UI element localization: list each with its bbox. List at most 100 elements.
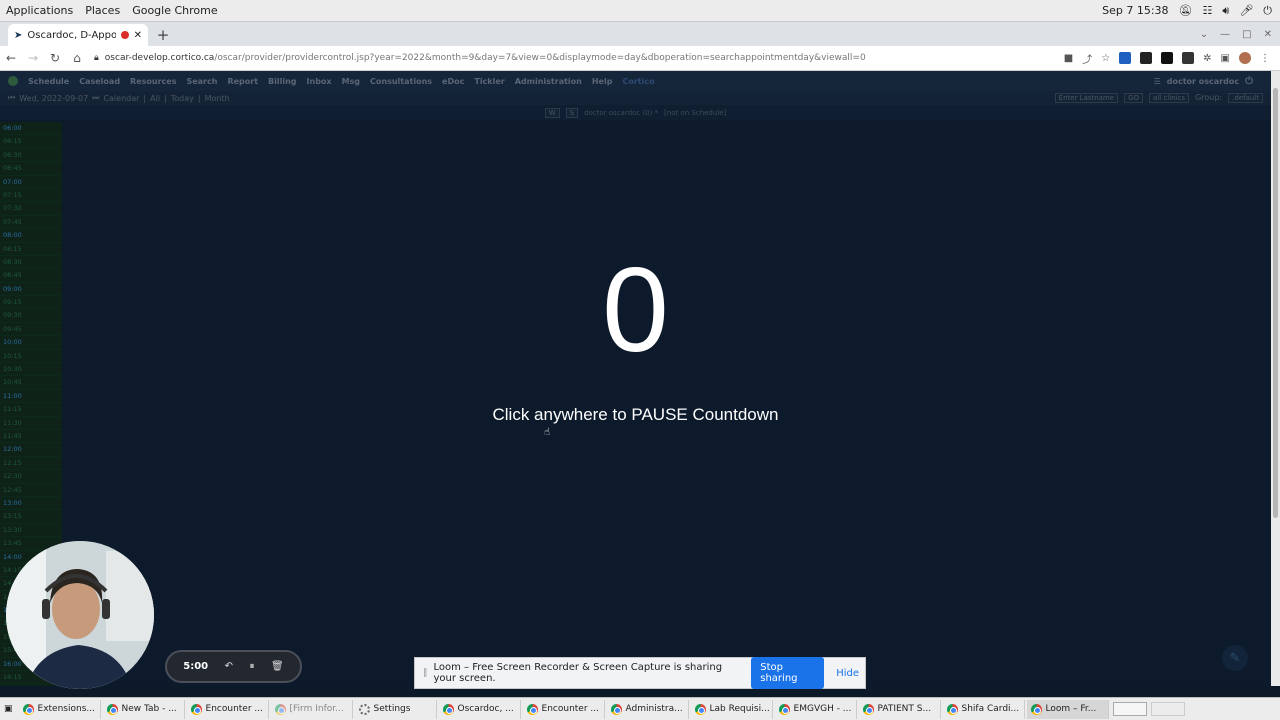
network-icon[interactable]: ☷ bbox=[1203, 4, 1213, 17]
loom-recording-controls: 5:00 ↶ ⏸ 🗑︎ bbox=[165, 650, 302, 683]
extension-g-icon[interactable] bbox=[1161, 52, 1174, 64]
home-icon[interactable]: ⌂ bbox=[66, 51, 88, 65]
close-tab-icon[interactable]: ✕ bbox=[134, 30, 142, 41]
camera-icon[interactable]: ■ bbox=[1064, 53, 1073, 64]
hand-cursor-icon: ☝ bbox=[544, 427, 551, 438]
task-label: Lab Requisi... bbox=[709, 704, 770, 714]
chrome-icon bbox=[190, 703, 202, 715]
drag-handle-icon[interactable]: ‖ bbox=[423, 668, 428, 678]
task-label: Shifa Cardi... bbox=[961, 704, 1020, 714]
chrome-icon bbox=[694, 703, 706, 715]
maximize-icon[interactable]: □ bbox=[1242, 29, 1251, 40]
task-shifa[interactable]: Shifa Cardi... bbox=[943, 699, 1025, 719]
task-label: EMGVGH - ... bbox=[793, 704, 852, 714]
side-panel-icon[interactable]: ▣ bbox=[1221, 53, 1230, 64]
recording-indicator-icon bbox=[120, 31, 129, 39]
scrollbar-thumb[interactable] bbox=[1273, 88, 1278, 518]
tab-search-icon[interactable]: ⌄ bbox=[1200, 29, 1208, 40]
task-oscardoc[interactable]: Oscardoc, ... bbox=[439, 699, 521, 719]
chrome-icon bbox=[442, 703, 454, 715]
places-menu[interactable]: Places bbox=[79, 4, 126, 17]
recording-timer: 5:00 bbox=[183, 661, 209, 672]
reload-icon[interactable]: ↻ bbox=[44, 51, 66, 65]
task-encounter-2[interactable]: Encounter ... bbox=[523, 699, 605, 719]
chrome-icon bbox=[106, 703, 118, 715]
trash-icon[interactable]: 🗑︎ bbox=[271, 661, 284, 672]
address-bar[interactable]: 🔒︎ oscar-develop.cortico.ca/oscar/provid… bbox=[88, 53, 1064, 63]
chrome-icon bbox=[22, 703, 34, 715]
task-label: New Tab - ... bbox=[121, 704, 177, 714]
task-label: Administra... bbox=[625, 704, 683, 714]
power-icon[interactable]: ⏻ bbox=[1263, 4, 1272, 18]
task-label: Loom – Fr... bbox=[1045, 704, 1097, 714]
screen-share-notification: ‖ Loom – Free Screen Recorder & Screen C… bbox=[414, 657, 866, 689]
new-tab-button[interactable]: + bbox=[152, 24, 174, 46]
system-top-bar: Applications Places Google Chrome Sep 7 … bbox=[0, 0, 1280, 22]
clock[interactable]: Sep 7 15:38 bbox=[1102, 4, 1168, 17]
applications-menu[interactable]: Applications bbox=[0, 4, 79, 17]
close-window-icon[interactable]: ✕ bbox=[1264, 29, 1272, 40]
hide-button[interactable]: Hide bbox=[830, 668, 865, 679]
extensions-puzzle-icon[interactable]: ✲ bbox=[1203, 53, 1211, 64]
share-message: Loom – Free Screen Recorder & Screen Cap… bbox=[433, 662, 723, 684]
undo-icon[interactable]: ↶ bbox=[225, 661, 233, 672]
chrome-menu-icon[interactable]: ⋮ bbox=[1260, 53, 1270, 64]
task-extensions[interactable]: Extensions... bbox=[19, 699, 101, 719]
task-loom[interactable]: Loom – Fr... bbox=[1026, 699, 1109, 719]
chrome-icon bbox=[946, 703, 958, 715]
show-desktop-icon[interactable]: ▣ bbox=[0, 704, 17, 714]
workspace-switcher-2[interactable] bbox=[1150, 702, 1185, 716]
extension-loom-icon[interactable] bbox=[1182, 52, 1195, 64]
task-label: Settings bbox=[373, 704, 411, 714]
url-path: /oscar/provider/providercontrol.jsp?year… bbox=[214, 53, 866, 63]
volume-icon[interactable]: 🔊︎ bbox=[1222, 4, 1229, 18]
task-new-tab[interactable]: New Tab - ... bbox=[103, 699, 185, 719]
notifications-muted-icon[interactable]: 🔕︎ bbox=[1179, 4, 1193, 17]
app-menu-google-chrome[interactable]: Google Chrome bbox=[126, 4, 223, 17]
task-encounter-1[interactable]: Encounter ... bbox=[187, 699, 269, 719]
back-icon[interactable]: ← bbox=[0, 51, 22, 65]
countdown-number: 0 bbox=[602, 243, 669, 377]
chrome-icon bbox=[1030, 703, 1042, 715]
forward-icon[interactable]: → bbox=[22, 51, 44, 65]
extension-dark-icon[interactable] bbox=[1140, 52, 1153, 64]
browser-tab-strip: ➤ Oscardoc, D-Appointm ✕ + ⌄ — □ ✕ bbox=[0, 22, 1280, 46]
task-label: PATIENT S... bbox=[877, 704, 932, 714]
share-icon[interactable]: ⤴ bbox=[1082, 51, 1092, 66]
task-label: Encounter ... bbox=[205, 704, 263, 714]
task-label: Extensions... bbox=[37, 704, 95, 714]
extension-blue-icon[interactable] bbox=[1119, 52, 1132, 64]
webcam-person-image bbox=[6, 541, 154, 689]
task-patient[interactable]: PATIENT S... bbox=[859, 699, 941, 719]
page-content: Schedule Caseload Resources Search Repor… bbox=[0, 71, 1271, 686]
profile-avatar-icon[interactable] bbox=[1239, 52, 1251, 64]
lock-icon[interactable]: 🔒︎ bbox=[94, 53, 99, 63]
pause-icon[interactable]: ⏸ bbox=[250, 661, 255, 672]
task-administration[interactable]: Administra... bbox=[607, 699, 689, 719]
chrome-icon bbox=[778, 703, 790, 715]
task-settings[interactable]: Settings bbox=[355, 699, 437, 719]
microphone-icon[interactable]: 🎤︎ bbox=[1239, 4, 1253, 17]
task-label: Oscardoc, ... bbox=[457, 704, 514, 714]
taskbar: ▣ Extensions... New Tab - ... Encounter … bbox=[0, 697, 1280, 720]
countdown-overlay[interactable]: 0 Click anywhere to PAUSE Countdown ☝ ✎ bbox=[0, 71, 1271, 686]
task-label: [Firm Infor... bbox=[289, 704, 344, 714]
chrome-icon bbox=[526, 703, 538, 715]
task-emgvgh[interactable]: EMGVGH - ... bbox=[775, 699, 857, 719]
chrome-icon bbox=[610, 703, 622, 715]
stop-sharing-button[interactable]: Stop sharing bbox=[751, 657, 825, 689]
chrome-icon bbox=[862, 703, 874, 715]
minimize-icon[interactable]: — bbox=[1220, 29, 1230, 40]
webcam-bubble[interactable] bbox=[6, 541, 154, 689]
browser-toolbar: ← → ↻ ⌂ 🔒︎ oscar-develop.cortico.ca/osca… bbox=[0, 46, 1280, 71]
url-host: oscar-develop.cortico.ca bbox=[104, 53, 215, 63]
tab-oscardoc[interactable]: ➤ Oscardoc, D-Appointm ✕ bbox=[8, 24, 148, 46]
task-lab-requisition[interactable]: Lab Requisi... bbox=[691, 699, 773, 719]
countdown-message: Click anywhere to PAUSE Countdown bbox=[492, 405, 779, 424]
settings-gear-icon bbox=[358, 703, 370, 715]
cortico-pencil-icon[interactable]: ✎ bbox=[1222, 645, 1248, 671]
workspace-switcher-1[interactable] bbox=[1112, 702, 1147, 716]
task-firm-info[interactable]: [Firm Infor... bbox=[271, 699, 353, 719]
task-label: Encounter ... bbox=[541, 704, 599, 714]
bookmark-star-icon[interactable]: ☆ bbox=[1101, 53, 1110, 64]
